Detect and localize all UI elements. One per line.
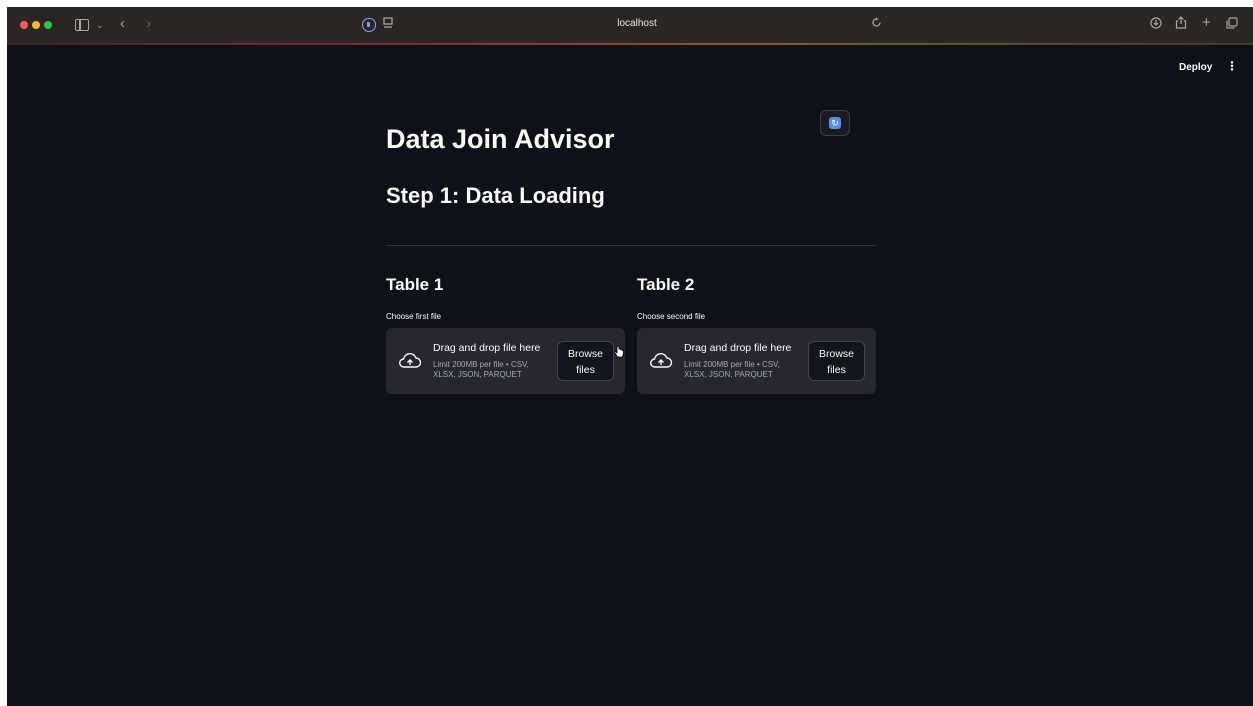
table-2-uploader-label: Choose second file xyxy=(637,312,706,321)
tabs-icon[interactable] xyxy=(1226,17,1238,32)
new-tab-icon[interactable]: + xyxy=(1202,15,1211,30)
page-title: Data Join Advisor xyxy=(386,124,615,154)
shield-icon[interactable] xyxy=(362,18,376,32)
sidebar-toggle-icon[interactable] xyxy=(75,19,89,31)
table-1-uploader-label: Choose first file xyxy=(386,312,442,321)
browser-toolbar: ⌄ ‹ › localhost + xyxy=(7,7,1253,44)
table-2-title: Table 2 xyxy=(637,275,695,294)
browse-files-label-line2: files xyxy=(576,364,595,376)
table-2-dropzone[interactable]: Drag and drop file here Limit 200MB per … xyxy=(637,328,876,394)
download-icon[interactable] xyxy=(1150,17,1162,32)
main-menu-icon[interactable]: ⋮ xyxy=(1226,60,1238,72)
maximize-window-icon[interactable] xyxy=(44,21,52,29)
reload-icon[interactable] xyxy=(871,17,882,31)
toolbar-accent-line xyxy=(7,43,1253,45)
browser-window: ⌄ ‹ › localhost + Deploy ⋮ ↻ Data Join A… xyxy=(7,7,1253,706)
dropzone-limit-text: Limit 200MB per file • CSV, XLSX, JSON, … xyxy=(684,360,780,379)
step-title: Step 1: Data Loading xyxy=(386,183,605,208)
deploy-button[interactable]: Deploy xyxy=(1179,62,1212,73)
back-icon[interactable]: ‹ xyxy=(120,16,125,31)
forward-icon[interactable]: › xyxy=(146,16,151,31)
browse-files-label-line1: Browse xyxy=(567,348,603,360)
refresh-button[interactable]: ↻ xyxy=(820,110,850,136)
browse-files-button[interactable]: Browse files xyxy=(808,341,865,381)
address-bar[interactable]: localhost xyxy=(567,18,707,29)
share-icon[interactable] xyxy=(1175,16,1187,32)
browse-files-label-line2: files xyxy=(827,364,846,376)
table-1-dropzone[interactable]: Drag and drop file here Limit 200MB per … xyxy=(386,328,625,394)
chevron-down-icon[interactable]: ⌄ xyxy=(96,18,104,32)
dropzone-instruction: Drag and drop file here xyxy=(433,342,541,354)
cloud-upload-icon xyxy=(650,353,673,368)
tab-overview-icon[interactable] xyxy=(383,17,393,32)
close-window-icon[interactable] xyxy=(20,21,28,29)
cloud-upload-icon xyxy=(399,353,422,368)
refresh-icon: ↻ xyxy=(829,117,841,129)
dropzone-limit-text: Limit 200MB per file • CSV, XLSX, JSON, … xyxy=(433,360,529,379)
minimize-window-icon[interactable] xyxy=(32,21,40,29)
browse-files-button[interactable]: Browse files xyxy=(557,341,614,381)
table-1-title: Table 1 xyxy=(386,275,444,294)
dropzone-instruction: Drag and drop file here xyxy=(684,342,792,354)
browse-files-label-line1: Browse xyxy=(818,348,854,360)
divider xyxy=(386,245,876,246)
hand-cursor-icon xyxy=(614,346,624,358)
